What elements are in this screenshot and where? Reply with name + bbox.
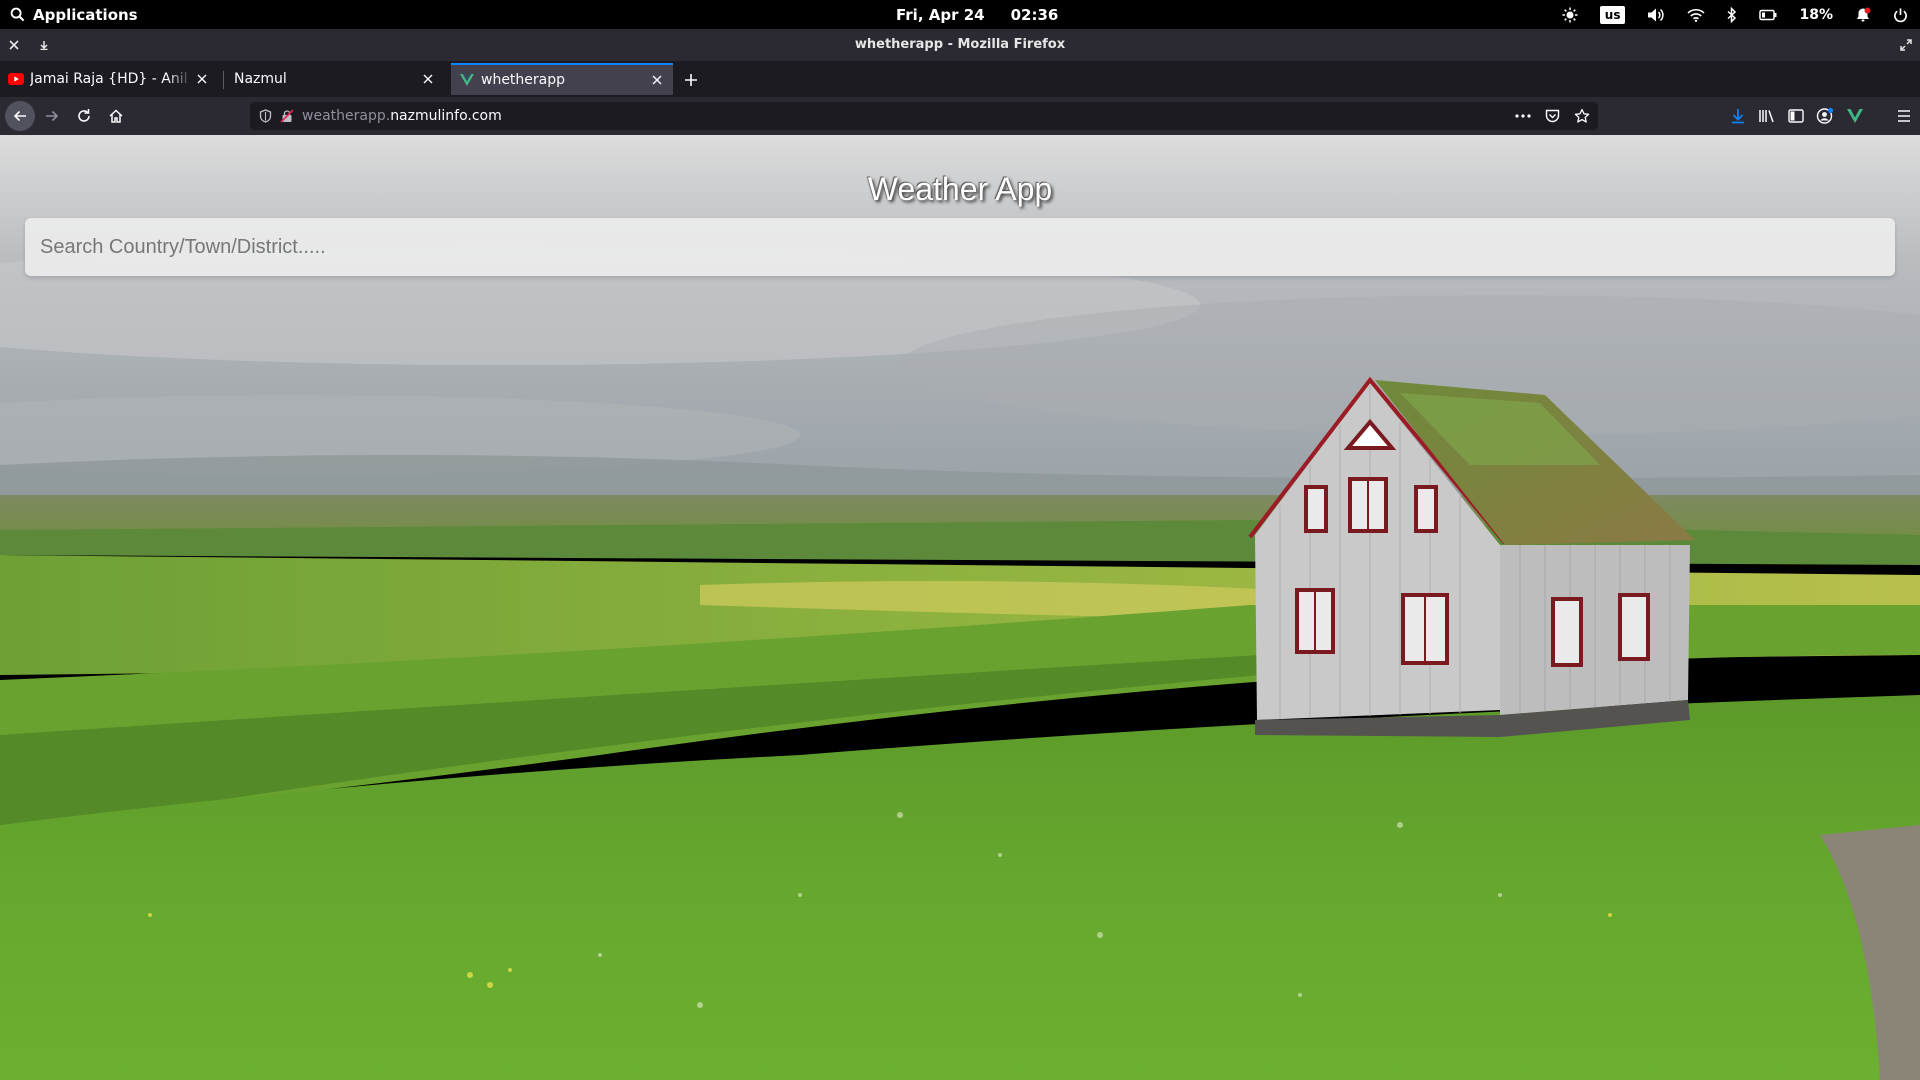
forward-icon	[46, 110, 59, 122]
window-titlebar: whetherapp - Mozilla Firefox	[0, 29, 1920, 61]
forward-button[interactable]	[37, 101, 67, 131]
applications-menu[interactable]: Applications	[10, 0, 138, 29]
window-close-icon[interactable]	[2, 29, 26, 61]
tab-label: Jamai Raja {HD} - Anil Kapoor	[30, 71, 192, 87]
app-title: Weather App	[867, 171, 1053, 207]
window-minimize-icon[interactable]	[32, 29, 56, 61]
window-title: whetherapp - Mozilla Firefox	[854, 37, 1066, 52]
vue-icon	[459, 72, 475, 88]
system-tray: us 18%	[1562, 0, 1908, 29]
clock-time: 02:36	[1010, 5, 1059, 24]
navigation-toolbar: weatherapp.nazmulinfo.com	[0, 97, 1920, 135]
battery-percent: 18%	[1799, 6, 1833, 23]
shield-icon[interactable]	[259, 109, 272, 123]
tab-nazmul[interactable]: Nazmul	[226, 63, 444, 95]
not-secure-icon[interactable]	[280, 109, 294, 123]
back-button[interactable]	[5, 101, 35, 131]
url-text[interactable]: weatherapp.nazmulinfo.com	[302, 108, 502, 124]
tab-whetherapp[interactable]: whetherapp	[451, 63, 673, 95]
library-icon[interactable]	[1758, 108, 1776, 124]
pocket-icon[interactable]	[1545, 109, 1560, 123]
battery-icon[interactable]	[1759, 9, 1777, 21]
youtube-icon	[8, 71, 24, 87]
keyboard-layout-indicator[interactable]: us	[1599, 5, 1626, 24]
tab-separator	[223, 71, 224, 89]
volume-icon[interactable]	[1647, 7, 1665, 23]
reload-button[interactable]	[69, 101, 99, 131]
system-top-bar: Applications Fri, Apr 24 02:36 us 18%	[0, 0, 1920, 29]
sidebar-icon[interactable]	[1788, 109, 1804, 123]
new-tab-button[interactable]	[680, 69, 702, 91]
home-icon	[109, 109, 123, 123]
window-restore-icon[interactable]	[1894, 29, 1918, 61]
bluetooth-icon[interactable]	[1727, 6, 1737, 23]
url-domain: nazmulinfo.com	[390, 108, 502, 124]
tab-close-icon[interactable]	[192, 69, 212, 89]
notification-icon[interactable]	[1855, 7, 1871, 23]
downloads-icon[interactable]	[1730, 108, 1746, 124]
web-page: Weather App	[0, 135, 1920, 1080]
tab-label: whetherapp	[481, 72, 566, 88]
home-button[interactable]	[101, 101, 131, 131]
plus-icon	[685, 74, 697, 86]
url-subdomain: weatherapp.	[302, 108, 391, 124]
power-icon[interactable]	[1893, 7, 1908, 23]
tab-close-icon[interactable]	[647, 70, 667, 90]
wifi-icon[interactable]	[1687, 8, 1706, 22]
background-landscape-image	[0, 135, 1920, 1080]
menu-icon[interactable]	[1896, 109, 1912, 123]
bookmark-star-icon[interactable]	[1574, 108, 1590, 124]
clock-date: Fri, Apr 24	[896, 5, 985, 24]
page-actions-icon[interactable]	[1515, 114, 1531, 118]
clock[interactable]: Fri, Apr 24 02:36	[896, 0, 1058, 29]
applications-label: Applications	[33, 5, 138, 24]
tab-close-icon[interactable]	[418, 69, 438, 89]
tab-label: Nazmul	[234, 71, 287, 87]
vue-devtools-icon[interactable]	[1846, 108, 1864, 124]
tab-youtube[interactable]: Jamai Raja {HD} - Anil Kapoor	[0, 63, 218, 95]
location-search-input[interactable]	[25, 218, 1895, 276]
account-icon[interactable]	[1816, 107, 1834, 125]
reload-icon	[78, 109, 90, 122]
tab-strip: Jamai Raja {HD} - Anil Kapoor Nazmul whe…	[0, 61, 1920, 97]
brightness-icon[interactable]	[1562, 7, 1578, 23]
back-icon	[13, 110, 26, 122]
url-bar[interactable]: weatherapp.nazmulinfo.com	[250, 102, 1598, 130]
search-icon	[10, 7, 25, 22]
